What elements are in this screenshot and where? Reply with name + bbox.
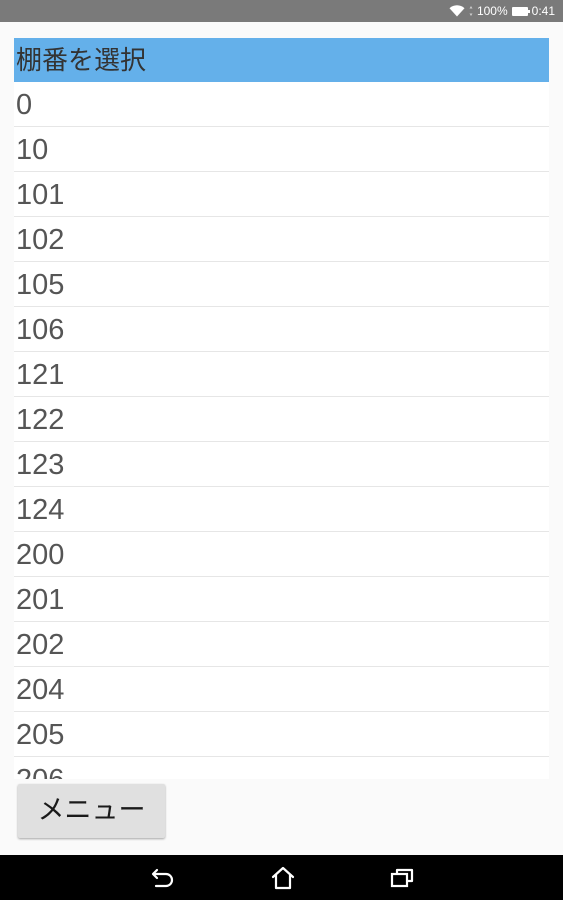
page-title: 棚番を選択	[14, 38, 549, 82]
wifi-icon	[449, 5, 465, 17]
list-item[interactable]: 122	[14, 397, 549, 442]
list-item[interactable]: 10	[14, 127, 549, 172]
list-item[interactable]: 205	[14, 712, 549, 757]
list-item[interactable]: 102	[14, 217, 549, 262]
battery-icon	[511, 6, 530, 16]
status-bar: 100% 0:41	[0, 0, 563, 22]
clock-time: 0:41	[531, 4, 555, 18]
shelf-list: 0 10 101 102 105 106 121 122 123 124 200 201 202 204 2…	[14, 82, 549, 779]
battery-percent: 100%	[476, 4, 508, 18]
list-item[interactable]: 200	[14, 532, 549, 577]
back-icon[interactable]	[148, 865, 178, 891]
signal-icon	[469, 5, 473, 17]
list-item[interactable]: 123	[14, 442, 549, 487]
recents-icon[interactable]	[387, 865, 417, 891]
list-item[interactable]: 206	[14, 757, 549, 779]
home-icon[interactable]	[268, 865, 298, 891]
navigation-bar	[0, 855, 563, 900]
list-item[interactable]: 204	[14, 667, 549, 712]
list-item[interactable]: 105	[14, 262, 549, 307]
menu-button[interactable]: メニュー	[18, 784, 165, 838]
list-item[interactable]: 201	[14, 577, 549, 622]
app-screen: 100% 0:41 棚番を選択 0 10 101 102 105 106 121 122 123…	[0, 0, 563, 900]
status-indicators: 100% 0:41	[449, 3, 555, 19]
list-item[interactable]: 0	[14, 82, 549, 127]
list-item[interactable]: 106	[14, 307, 549, 352]
list-item[interactable]: 121	[14, 352, 549, 397]
list-item[interactable]: 101	[14, 172, 549, 217]
list-item[interactable]: 202	[14, 622, 549, 667]
shelf-number-list[interactable]: 0 10 101 102 105 106 121 122 123 124 200 201 202 204 2…	[14, 82, 549, 779]
list-item[interactable]: 124	[14, 487, 549, 532]
